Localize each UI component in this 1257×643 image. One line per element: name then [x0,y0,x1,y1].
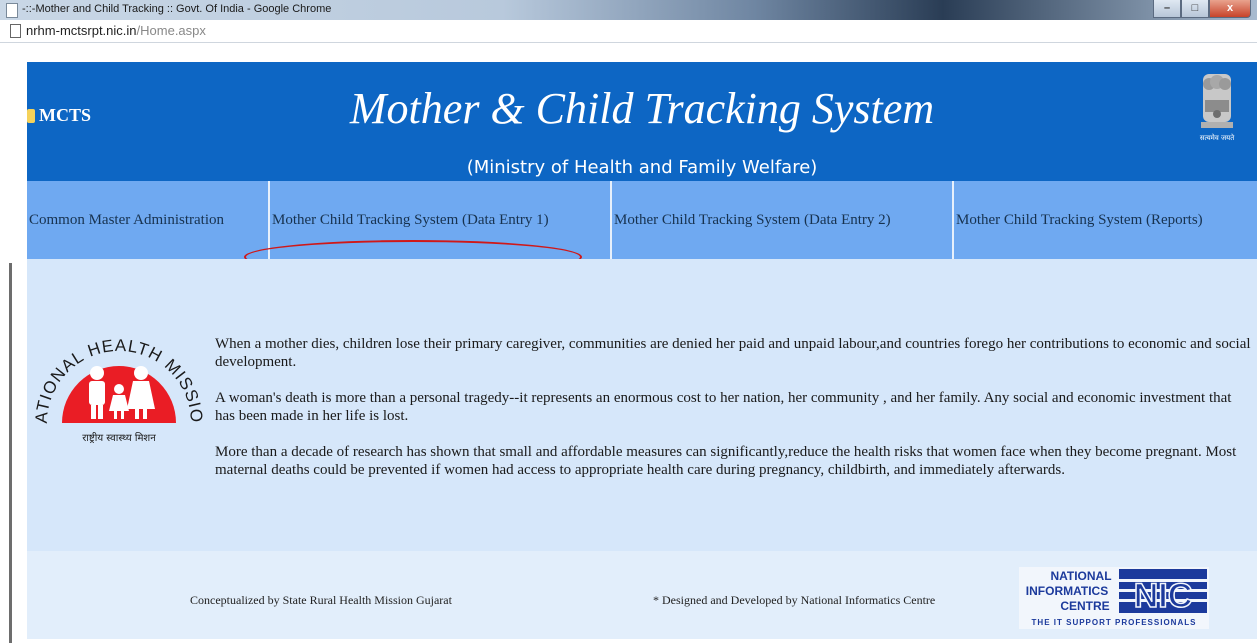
nic-line1: NATIONAL [1050,569,1111,583]
nic-line3: CENTRE [1060,599,1109,613]
window-controls: – □ x [1153,0,1251,18]
nav-item-label: Common Master Administration [29,211,224,228]
window-border [9,263,12,643]
main-content: NATIONAL HEALTH MISSION राष्ट्रीय स्वास्… [27,259,1257,551]
intro-text: When a mother dies, children lose their … [215,335,1255,497]
address-bar[interactable]: nrhm-mctsrpt.nic.in/Home.aspx [0,20,1257,43]
minimize-button[interactable]: – [1153,0,1181,18]
nav-item-label: Mother Child Tracking System (Reports) [956,211,1203,228]
page: MCTS Mother & Child Tracking System (Min… [27,62,1257,639]
site-title: Mother & Child Tracking System [349,84,935,133]
main-nav: Common Master Administration Mother Chil… [27,181,1257,274]
left-edge [0,43,27,643]
nhm-hindi-text: राष्ट्रीय स्वास्थ्य मिशन [82,432,156,444]
paragraph: More than a decade of research has shown… [215,444,1237,478]
nic-mark: NIC [1134,577,1193,615]
national-health-mission-logo: NATIONAL HEALTH MISSION राष्ट्रीय स्वास्… [29,323,205,444]
nav-item-common-master-administration[interactable]: Common Master Administration [27,181,270,259]
credit-shrm-gujarat: Conceptualized by State Rural Health Mis… [190,593,452,607]
nic-logo[interactable]: NATIONAL INFORMATICS CENTRE NIC THE IT S… [1019,567,1209,629]
nic-line2: INFORMATICS [1026,584,1108,598]
paragraph: A woman's death is more than a personal … [215,390,1232,424]
maximize-button[interactable]: □ [1181,0,1209,18]
browser-titlebar: -::-Mother and Child Tracking :: Govt. O… [0,0,1257,20]
emblem-text: सत्यमेव जयते [1200,133,1235,142]
national-emblem-icon: सत्यमेव जयते [1200,74,1235,142]
url-domain: nrhm-mctsrpt.nic.in [26,23,137,38]
paragraph: When a mother dies, children lose their … [215,336,1251,370]
nic-tagline: THE IT SUPPORT PROFESSIONALS [1032,618,1197,627]
nav-item-label: Mother Child Tracking System (Data Entry… [614,211,891,228]
nav-item-label: Mother Child Tracking System (Data Entry… [272,211,549,228]
window-title: -::-Mother and Child Tracking :: Govt. O… [22,3,332,15]
site-footer: Conceptualized by State Rural Health Mis… [27,551,1257,639]
url-path: /Home.aspx [136,23,206,38]
credit-nic: * Designed and Developed by National Inf… [653,593,936,607]
url-text[interactable]: nrhm-mctsrpt.nic.in/Home.aspx [26,23,206,38]
close-button[interactable]: x [1209,0,1251,18]
nav-item-data-entry-1[interactable]: Mother Child Tracking System (Data Entry… [244,181,612,274]
site-subtitle: (Ministry of Health and Family Welfare) [466,157,818,178]
page-icon [6,3,18,18]
document-icon [10,24,21,38]
site-header: MCTS Mother & Child Tracking System (Min… [27,62,1257,181]
nav-item-data-entry-2[interactable]: Mother Child Tracking System (Data Entry… [612,181,954,259]
nav-item-reports[interactable]: Mother Child Tracking System (Reports) [954,181,1257,259]
